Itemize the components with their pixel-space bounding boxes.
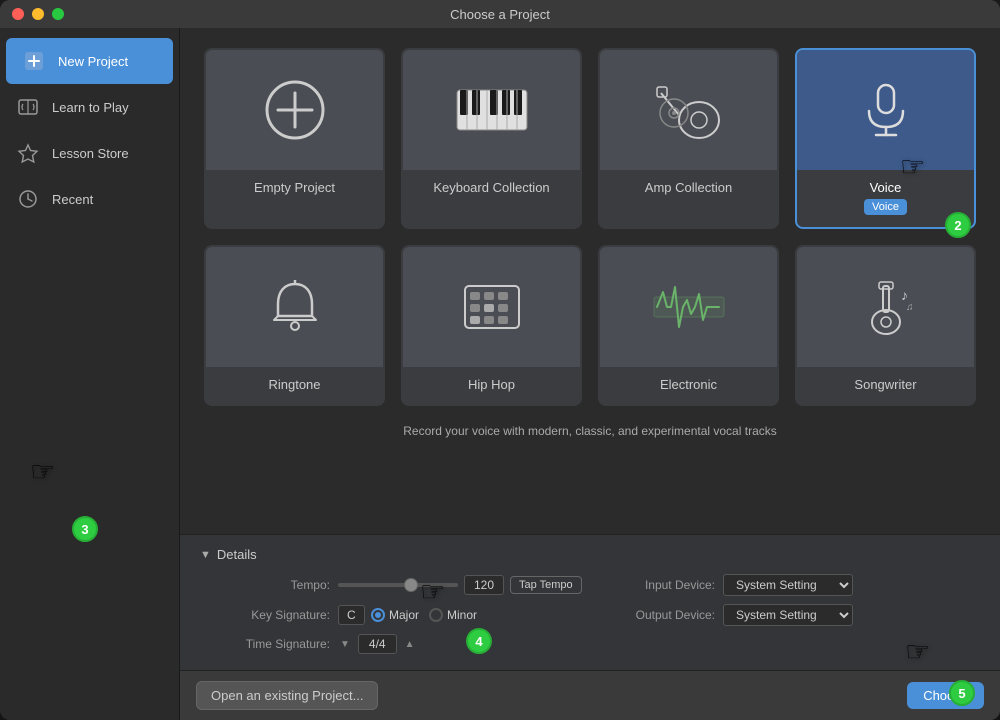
lesson-store-icon <box>14 139 42 167</box>
electronic-image <box>600 247 777 367</box>
output-device-select[interactable]: System Setting <box>723 604 853 626</box>
key-signature-label: Key Signature: <box>230 608 330 622</box>
input-device-label: Input Device: <box>615 578 715 592</box>
details-grid: Tempo: 120 Tap Tempo Input Devi <box>230 574 980 654</box>
project-card-electronic[interactable]: Electronic <box>598 245 779 406</box>
minimize-button[interactable] <box>32 8 44 20</box>
major-label: Major <box>389 608 419 622</box>
sidebar-item-learn-to-play[interactable]: Learn to Play <box>0 84 179 130</box>
input-device-value: System Setting <box>723 574 853 596</box>
output-device-row: Output Device: System Setting <box>615 604 980 626</box>
tempo-label: Tempo: <box>230 578 330 592</box>
amp-collection-image <box>600 50 777 170</box>
key-signature-value: C Major Minor <box>338 605 477 625</box>
empty-project-label: Empty Project <box>254 180 335 195</box>
window-title: Choose a Project <box>450 7 550 22</box>
hiphop-image <box>403 247 580 367</box>
sidebar-item-recent[interactable]: Recent <box>0 176 179 222</box>
project-card-amp[interactable]: Amp Collection <box>598 48 779 229</box>
tempo-display[interactable]: 120 <box>464 575 504 595</box>
choose-button[interactable]: Choose <box>907 682 984 709</box>
keyboard-collection-label: Keyboard Collection <box>433 180 549 195</box>
window-controls <box>12 8 64 20</box>
title-bar: Choose a Project <box>0 0 1000 28</box>
major-radio[interactable]: Major <box>371 608 419 622</box>
maximize-button[interactable] <box>52 8 64 20</box>
open-existing-project-button[interactable]: Open an existing Project... <box>196 681 378 710</box>
tempo-row: Tempo: 120 Tap Tempo <box>230 574 595 596</box>
recent-icon <box>14 185 42 213</box>
content-panel: Empty Project <box>180 28 1000 720</box>
project-card-keyboard[interactable]: Keyboard Collection <box>401 48 582 229</box>
details-toggle-icon: ▼ <box>200 549 211 561</box>
voice-image <box>797 50 974 170</box>
major-radio-dot <box>371 608 385 622</box>
close-button[interactable] <box>12 8 24 20</box>
key-select[interactable]: C <box>338 605 365 625</box>
project-card-songwriter[interactable]: ♪ ♫ Songwriter <box>795 245 976 406</box>
time-signature-row: Time Signature: ▼ 4/4 ▲ <box>230 634 595 654</box>
empty-project-image <box>206 50 383 170</box>
tempo-slider-thumb <box>404 578 418 592</box>
keyboard-collection-image <box>403 50 580 170</box>
time-signature-value: ▼ 4/4 ▲ <box>338 634 417 654</box>
minor-label: Minor <box>447 608 477 622</box>
project-card-ringtone[interactable]: Ringtone <box>204 245 385 406</box>
project-grid: Empty Project <box>204 48 976 406</box>
sidebar-item-new-project[interactable]: New Project <box>6 38 173 84</box>
input-device-row: Input Device: System Setting <box>615 574 980 596</box>
project-card-voice[interactable]: Voice Voice <box>795 48 976 229</box>
sidebar-item-store-label: Lesson Store <box>52 146 129 161</box>
sidebar-item-new-project-label: New Project <box>58 54 128 69</box>
time-signature-label: Time Signature: <box>230 637 330 651</box>
project-card-hiphop[interactable]: Hip Hop <box>401 245 582 406</box>
project-grid-area: Empty Project <box>180 28 1000 534</box>
time-sig-display: 4/4 <box>358 634 397 654</box>
key-signature-row: Key Signature: C Major <box>230 604 595 626</box>
svg-text:♫: ♫ <box>906 302 914 313</box>
tempo-value-container: 120 Tap Tempo <box>338 575 582 595</box>
sidebar-item-recent-label: Recent <box>52 192 93 207</box>
minor-radio[interactable]: Minor <box>429 608 477 622</box>
details-title: Details <box>217 547 257 562</box>
time-sig-up-arrow[interactable]: ▲ <box>403 639 417 650</box>
tempo-slider[interactable] <box>338 583 458 587</box>
sidebar-item-lesson-store[interactable]: Lesson Store <box>0 130 179 176</box>
key-mode-group: Major Minor <box>371 608 477 622</box>
output-device-label: Output Device: <box>615 608 715 622</box>
songwriter-label: Songwriter <box>854 377 916 392</box>
input-device-select[interactable]: System Setting <box>723 574 853 596</box>
project-description: Record your voice with modern, classic, … <box>204 420 976 448</box>
amp-collection-label: Amp Collection <box>645 180 732 195</box>
voice-badge: Voice <box>864 199 907 215</box>
minor-radio-dot <box>429 608 443 622</box>
sidebar-item-learn-label: Learn to Play <box>52 100 129 115</box>
ringtone-image <box>206 247 383 367</box>
project-card-empty[interactable]: Empty Project <box>204 48 385 229</box>
hiphop-label: Hip Hop <box>468 377 515 392</box>
songwriter-image: ♪ ♫ <box>797 247 974 367</box>
main-area: New Project Learn to Play <box>0 28 1000 720</box>
new-project-icon <box>20 47 48 75</box>
learn-to-play-icon <box>14 93 42 121</box>
electronic-label: Electronic <box>660 377 717 392</box>
voice-label: Voice <box>870 180 902 195</box>
ringtone-label: Ringtone <box>268 377 320 392</box>
details-header[interactable]: ▼ Details <box>200 547 980 562</box>
details-section: ▼ Details Tempo: 120 Tap T <box>180 534 1000 670</box>
time-sig-down-arrow[interactable]: ▼ <box>338 639 352 650</box>
sidebar: New Project Learn to Play <box>0 28 180 720</box>
bottom-bar: Open an existing Project... Choose <box>180 670 1000 720</box>
output-device-value: System Setting <box>723 604 853 626</box>
tap-tempo-button[interactable]: Tap Tempo <box>510 576 582 594</box>
